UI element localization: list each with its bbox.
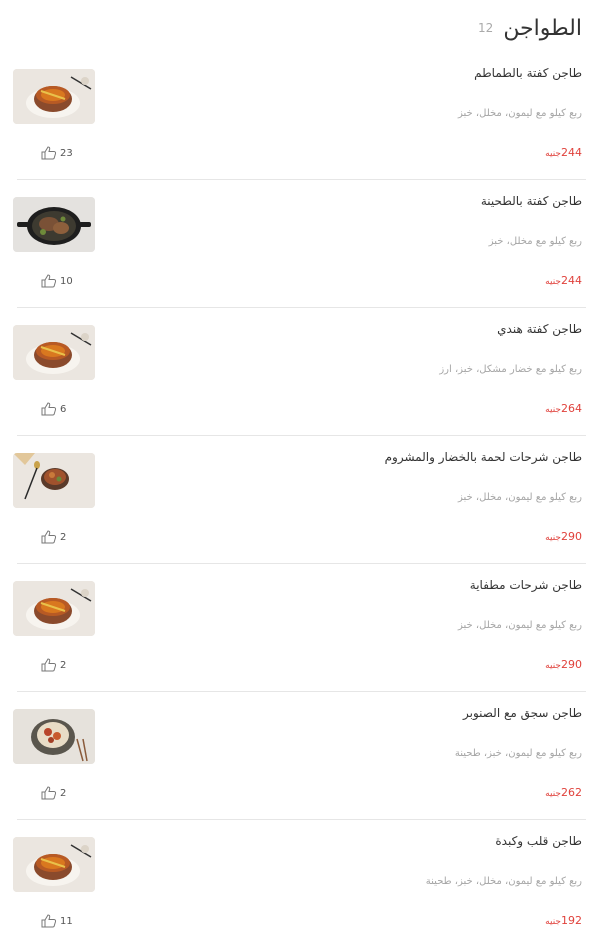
dish-name: طاجن كفتة هندي (497, 322, 582, 336)
like-button[interactable]: 10 (41, 274, 73, 288)
price-currency: جنيه (545, 533, 561, 543)
dish-description: ربع كيلو مع ليمون، مخلل، خبز، طحينة (425, 876, 582, 887)
dish-description: ربع كيلو مع خضار مشكل، خبز، ارز (439, 364, 582, 375)
thumbs-up-icon (41, 530, 57, 544)
dish-description: ربع كيلو مع ليمون، مخلل، خبز (458, 620, 582, 631)
like-button[interactable]: 2 (41, 786, 66, 800)
like-button[interactable]: 11 (41, 914, 73, 928)
like-button[interactable]: 23 (41, 146, 73, 160)
pan-icon (13, 197, 95, 252)
thumbs-up-icon (41, 658, 57, 672)
price-value: 290 (561, 658, 582, 671)
like-count: 10 (60, 275, 73, 287)
price-value: 262 (561, 786, 582, 799)
price-value: 244 (561, 146, 582, 159)
dish-price: 264جنيه (545, 402, 582, 415)
dish-image[interactable] (13, 709, 95, 764)
dish-name: طاجن قلب وكبدة (495, 834, 582, 848)
dish-price: 290جنيه (545, 658, 582, 671)
dish-name: طاجن سجق مع الصنوبر (462, 706, 582, 720)
thumbs-up-icon (41, 402, 57, 416)
like-count: 2 (60, 787, 67, 799)
like-count: 6 (60, 403, 67, 415)
pot-icon (13, 325, 95, 380)
thumbs-up-icon (41, 786, 57, 800)
dish-description: ربع كيلو مع ليمون، مخلل، خبز (458, 108, 582, 119)
dish-image[interactable] (13, 197, 95, 252)
price-value: 244 (561, 274, 582, 287)
dish-description: ربع كيلو مع ليمون، مخلل، خبز (458, 492, 582, 503)
dish-image[interactable] (13, 69, 95, 124)
pot-spoon-icon (13, 453, 95, 508)
thumbs-up-icon (41, 274, 57, 288)
price-currency: جنيه (545, 405, 561, 415)
price-value: 264 (561, 402, 582, 415)
price-currency: جنيه (545, 789, 561, 799)
menu-list: طاجن كفتة بالطماطم ربع كيلو مع ليمون، مخل… (0, 52, 594, 947)
thumbs-up-icon (41, 914, 57, 928)
price-currency: جنيه (545, 917, 561, 927)
thumbs-up-icon (41, 146, 57, 160)
like-button[interactable]: 2 (41, 530, 66, 544)
dish-image[interactable] (13, 581, 95, 636)
like-count: 23 (60, 147, 73, 159)
dish-image[interactable] (13, 325, 95, 380)
like-count: 2 (60, 659, 67, 671)
like-count: 11 (60, 915, 73, 927)
dish-description: ربع كيلو مع مخلل، خبز (488, 236, 582, 247)
dish-name: طاجن كفتة بالطحينة (480, 194, 582, 208)
dish-name: طاجن شرحات مطفاية (469, 578, 582, 592)
menu-item[interactable]: طاجن كفتة بالطماطم ربع كيلو مع ليمون، مخل… (13, 52, 586, 180)
pot-icon (13, 837, 95, 892)
like-button[interactable]: 6 (41, 402, 66, 416)
menu-item[interactable]: طاجن كفتة هندي ربع كيلو مع خضار مشكل، خبز… (13, 308, 586, 436)
menu-item[interactable]: طاجن شرحات لحمة بالخضار والمشروم ربع كيلو… (13, 436, 586, 564)
dish-image[interactable] (13, 453, 95, 508)
price-currency: جنيه (545, 149, 561, 159)
price-currency: جنيه (545, 277, 561, 287)
menu-item[interactable]: طاجن قلب وكبدة ربع كيلو مع ليمون، مخلل، خ… (13, 820, 586, 947)
pot-icon (13, 69, 95, 124)
pot-icon (13, 581, 95, 636)
price-value: 192 (561, 914, 582, 927)
dish-price: 290جنيه (545, 530, 582, 543)
dish-image[interactable] (13, 837, 95, 892)
dish-name: طاجن شرحات لحمة بالخضار والمشروم (384, 450, 582, 464)
dish-name: طاجن كفتة بالطماطم (474, 66, 582, 80)
like-button[interactable]: 2 (41, 658, 66, 672)
price-value: 290 (561, 530, 582, 543)
dish-price: 262جنيه (545, 786, 582, 799)
menu-item[interactable]: طاجن سجق مع الصنوبر ربع كيلو مع ليمون، خب… (13, 692, 586, 820)
bowl-icon (13, 709, 95, 764)
category-header: الطواجن 12 (12, 8, 582, 48)
dish-price: 244جنيه (545, 146, 582, 159)
category-title: الطواجن (503, 15, 582, 41)
category-count: 12 (478, 21, 494, 35)
price-currency: جنيه (545, 661, 561, 671)
like-count: 2 (60, 531, 67, 543)
menu-item[interactable]: طاجن كفتة بالطحينة ربع كيلو مع مخلل، خبز 2… (13, 180, 586, 308)
dish-description: ربع كيلو مع ليمون، خبز، طحينة (454, 748, 582, 759)
menu-item[interactable]: طاجن شرحات مطفاية ربع كيلو مع ليمون، مخلل… (13, 564, 586, 692)
dish-price: 192جنيه (545, 914, 582, 927)
dish-price: 244جنيه (545, 274, 582, 287)
